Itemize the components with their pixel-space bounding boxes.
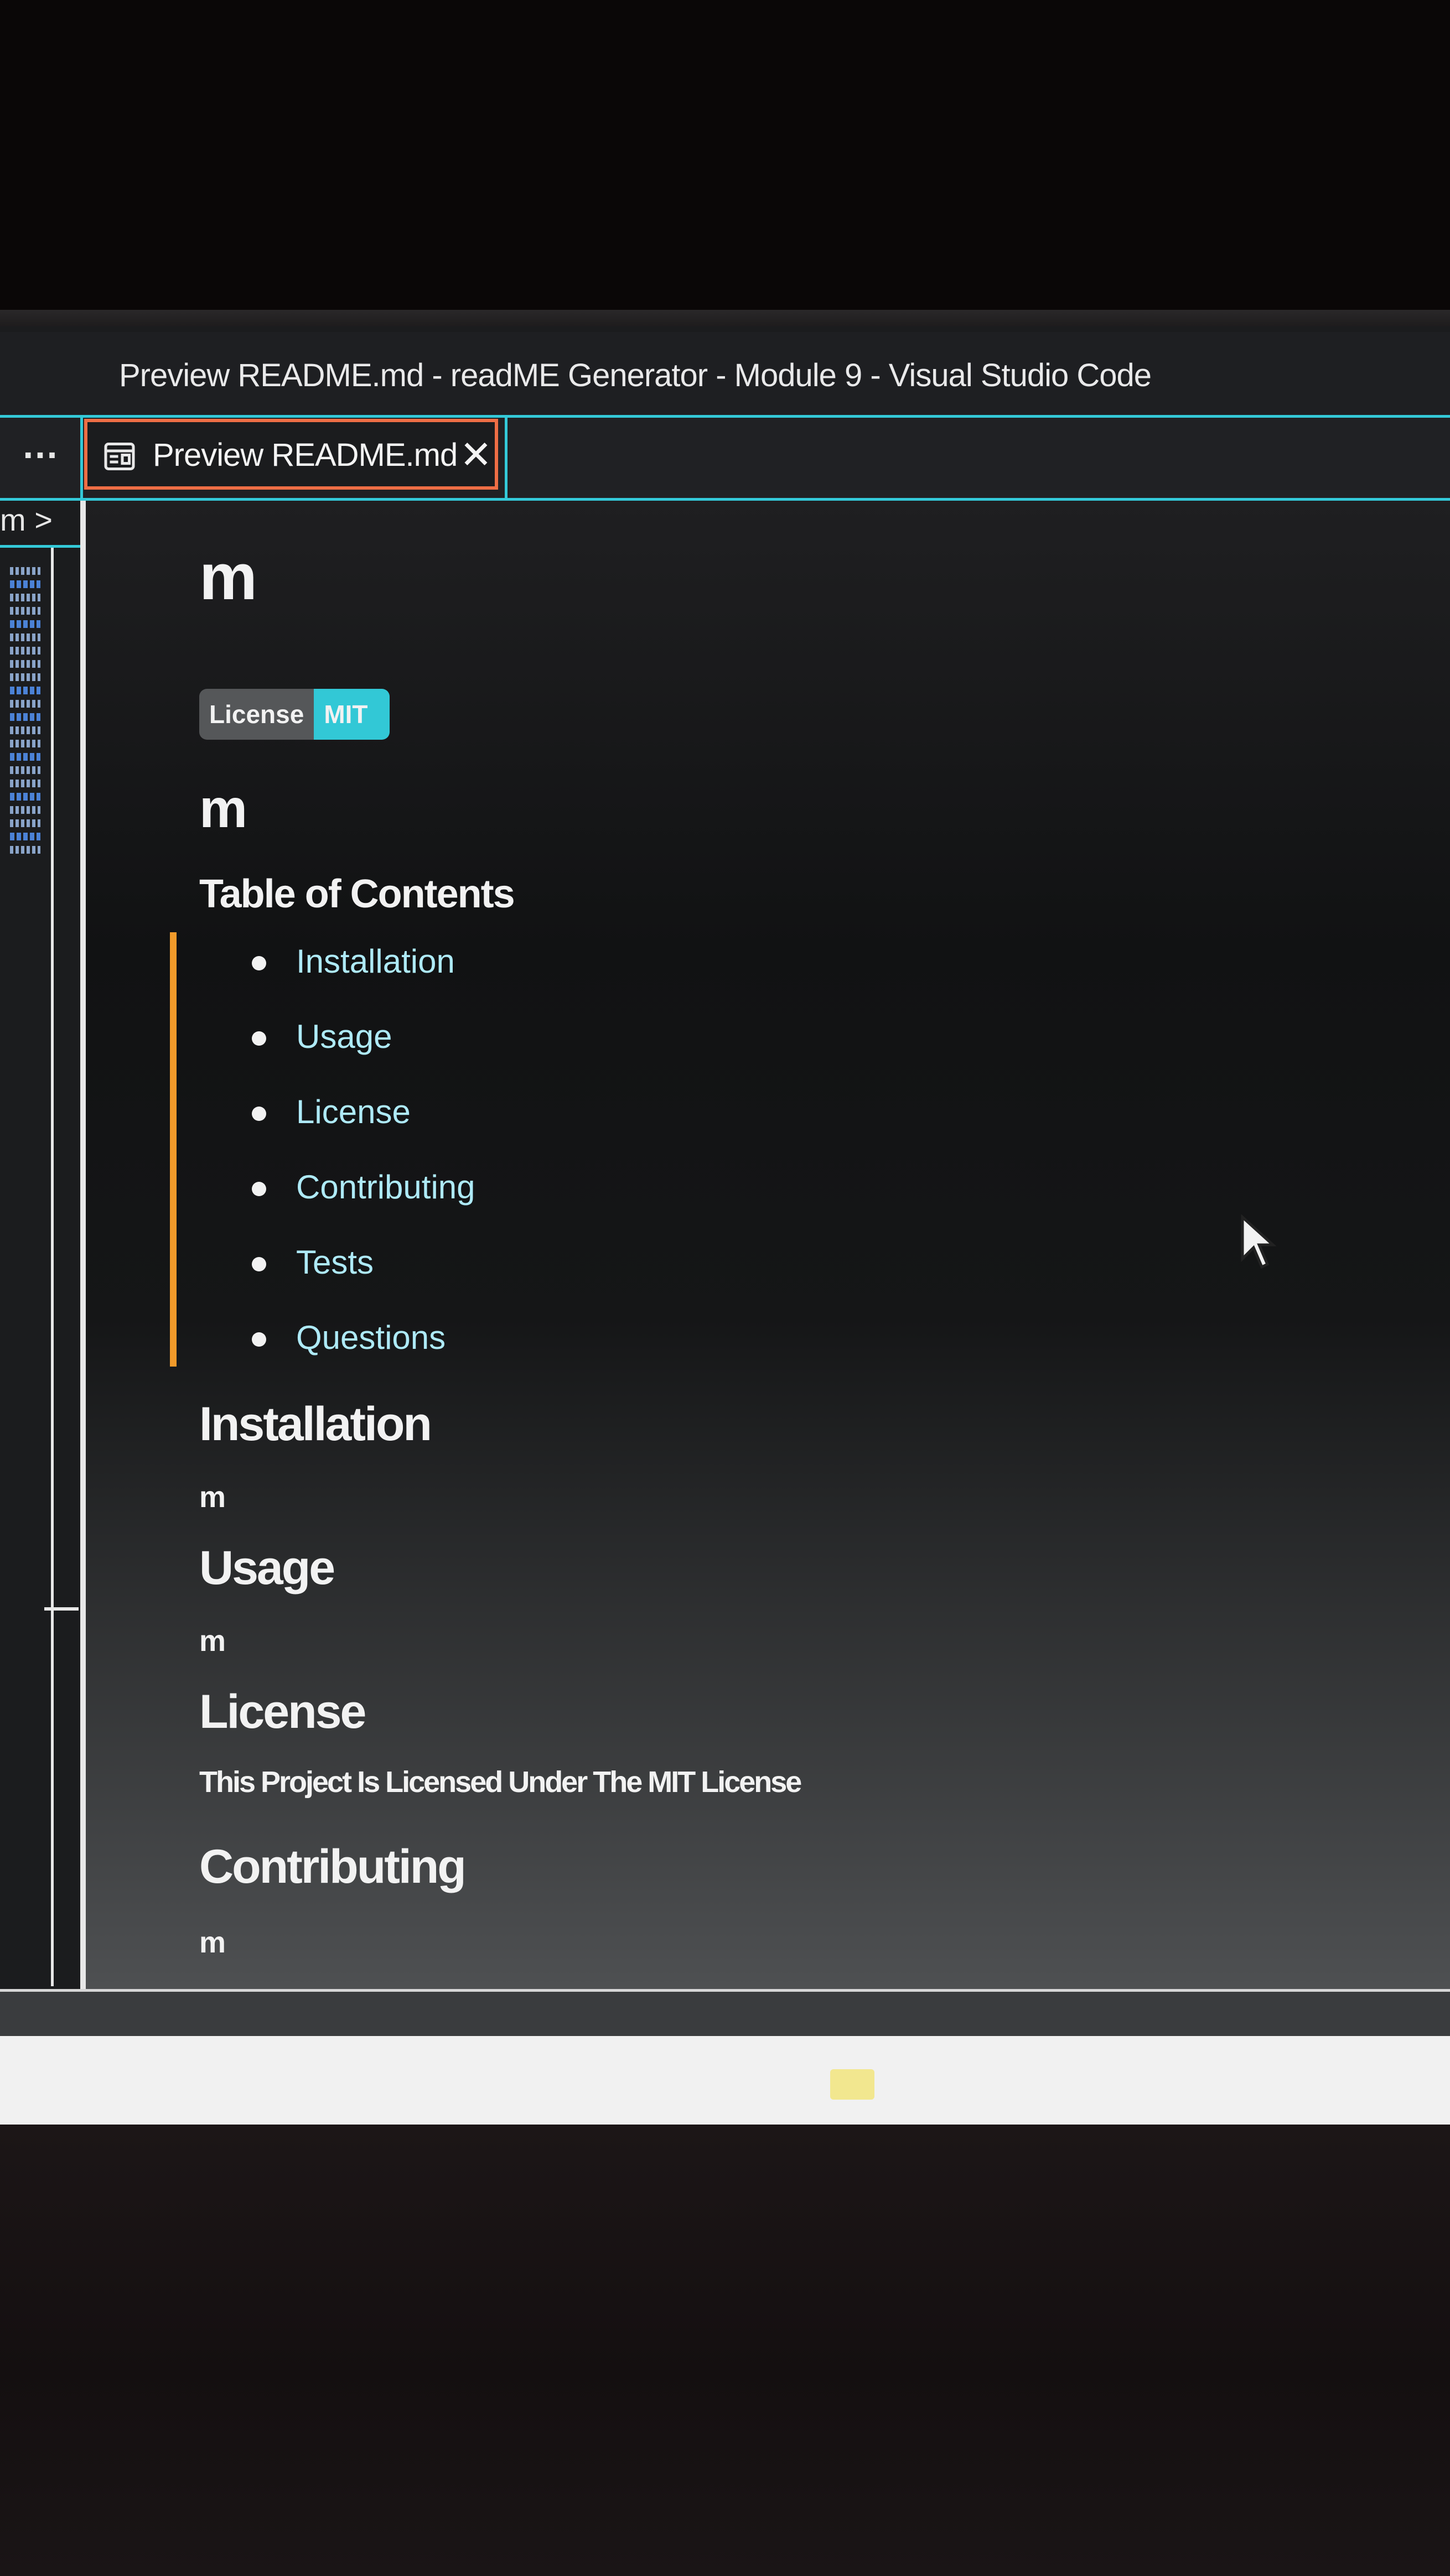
more-actions-button[interactable]: …: [0, 418, 83, 498]
contributing-heading: Contributing: [199, 1840, 467, 1893]
toc-link-contributing[interactable]: Contributing: [296, 1161, 475, 1213]
os-taskbar: [0, 2036, 1450, 2125]
editor-tab-bar: … Preview README.md ✕: [0, 418, 1450, 501]
description-heading: m: [199, 778, 248, 839]
installation-heading: Installation: [199, 1398, 432, 1451]
license-heading: License: [199, 1685, 366, 1738]
license-badge: License MIT: [199, 689, 390, 740]
installation-text: m: [199, 1481, 226, 1514]
toc-link-license[interactable]: License: [296, 1086, 411, 1138]
bullet-icon: [252, 1332, 266, 1347]
bullet-icon: [252, 1107, 266, 1121]
tab-label: Preview README.md: [153, 437, 458, 473]
badge-label: License: [199, 689, 314, 740]
title-bar: Preview README.md - readME Generator - M…: [0, 332, 1450, 418]
scrollbar-thumb[interactable]: [44, 1607, 79, 1611]
window-title: Preview README.md - readME Generator - M…: [119, 357, 1152, 393]
close-icon[interactable]: ✕: [459, 430, 493, 480]
usage-text: m: [199, 1624, 226, 1658]
minimap[interactable]: [10, 567, 40, 927]
toc-link-tests[interactable]: Tests: [296, 1236, 374, 1289]
bullet-icon: [252, 1031, 266, 1046]
editor-pane-left: m >: [0, 501, 83, 1995]
bullet-icon: [252, 1182, 266, 1196]
tab-divider: [505, 418, 508, 498]
contributing-text: m: [199, 1926, 226, 1959]
status-bar: [0, 1989, 1450, 2039]
mouse-pointer-icon: [1241, 1214, 1277, 1269]
tab-preview-readme[interactable]: Preview README.md ✕: [84, 419, 498, 490]
monitor-bezel-bottom: [0, 2125, 1450, 2576]
badge-value: MIT: [314, 689, 390, 740]
bullet-icon: [252, 956, 266, 970]
license-text: This Project Is Licensed Under The MIT L…: [199, 1765, 802, 1799]
readme-title: m: [199, 541, 257, 614]
toc-quote-bar: [170, 932, 177, 1367]
toc-link-questions[interactable]: Questions: [296, 1311, 446, 1364]
pane-scrollbar-track: [51, 548, 54, 1986]
markdown-preview: m License MIT m Table of Contents Instal…: [83, 501, 1450, 1989]
breadcrumb[interactable]: m >: [0, 501, 80, 548]
preview-icon: [104, 443, 135, 470]
toc-link-usage[interactable]: Usage: [296, 1010, 392, 1063]
usage-heading: Usage: [199, 1541, 335, 1595]
file-explorer-icon[interactable]: [830, 2069, 874, 2100]
bullet-icon: [252, 1257, 266, 1271]
toc-link-installation[interactable]: Installation: [296, 935, 455, 988]
toc-heading: Table of Contents: [199, 872, 515, 916]
